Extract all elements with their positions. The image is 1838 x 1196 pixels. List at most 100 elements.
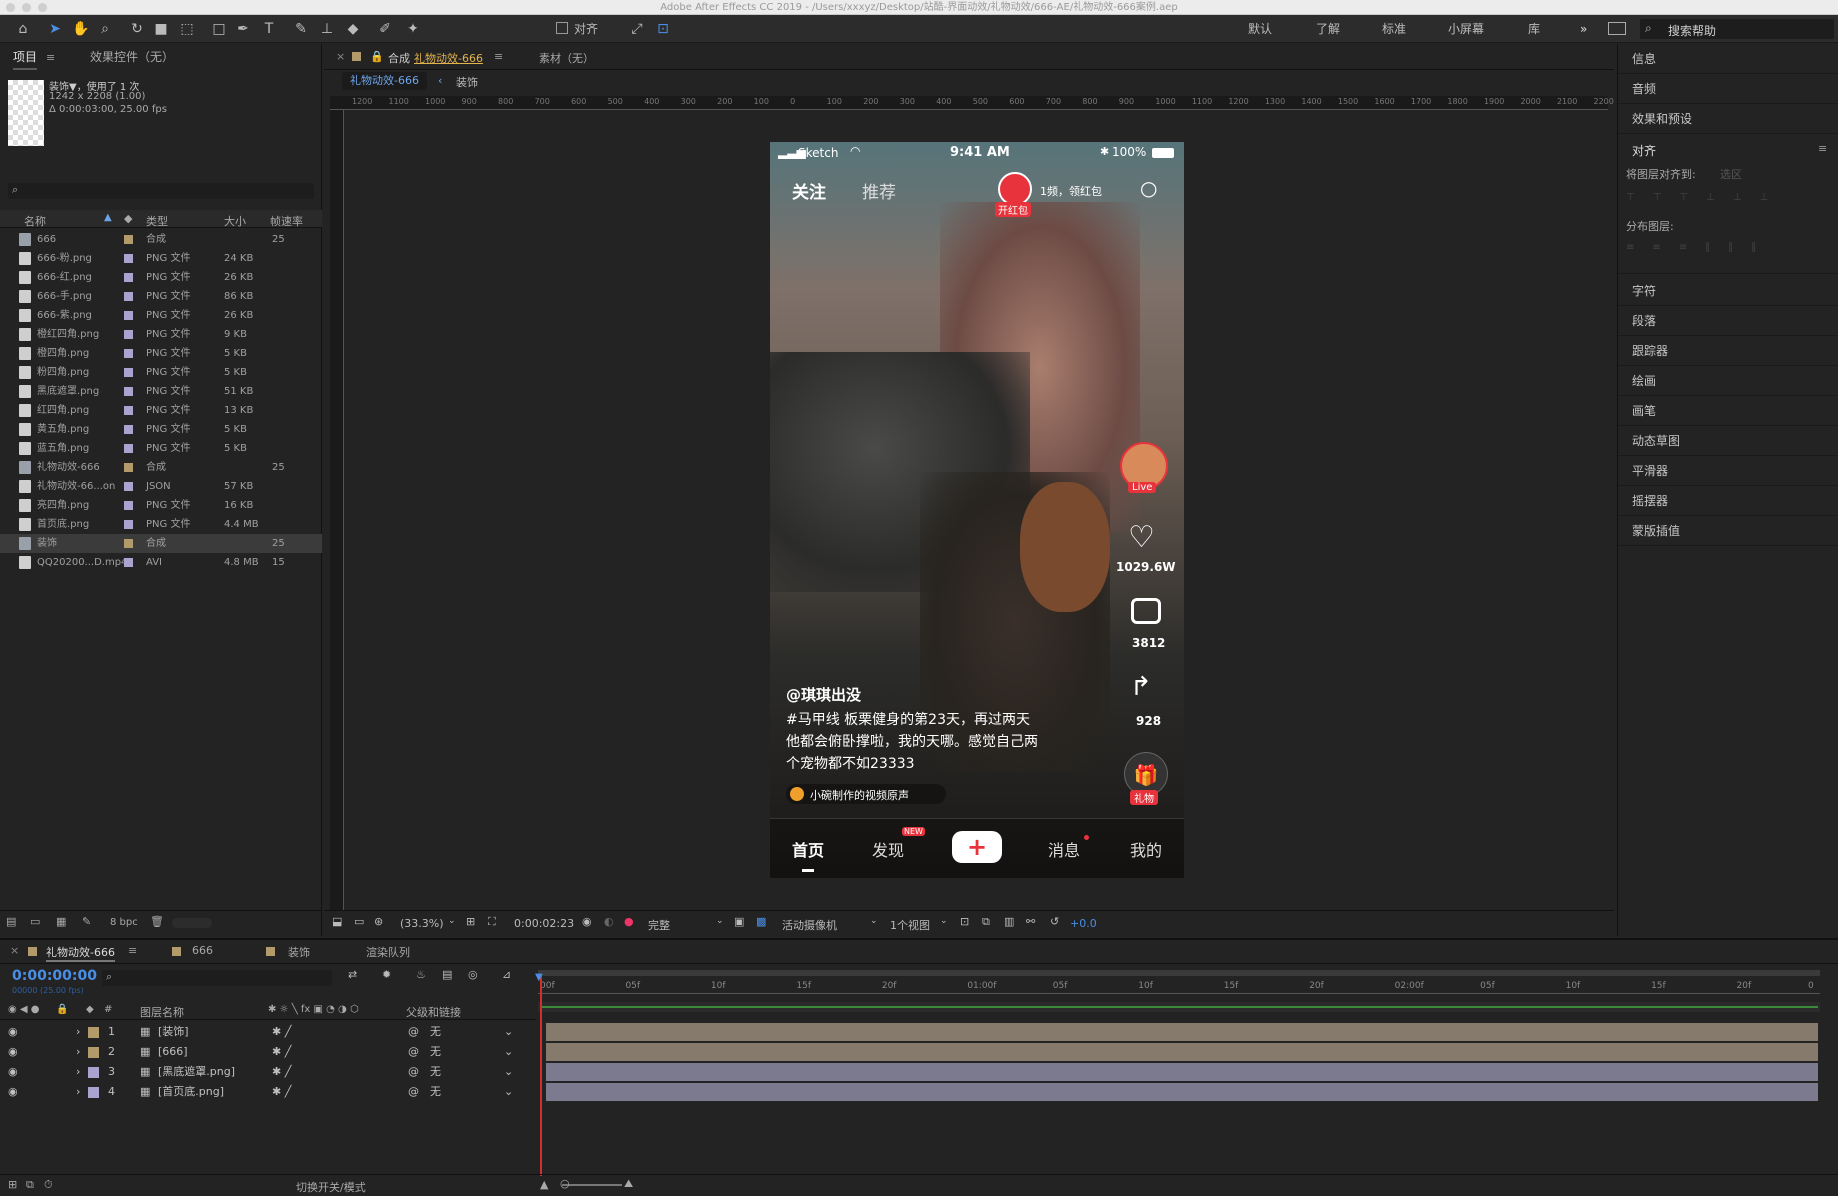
thumbnail-scroll[interactable]	[172, 918, 212, 928]
work-area-bar[interactable]	[538, 970, 1820, 976]
camera-tool-icon[interactable]: ■	[152, 20, 170, 38]
label-color-swatch[interactable]	[124, 311, 133, 320]
panel-audio[interactable]: 音频	[1618, 74, 1838, 104]
monitor-icon[interactable]: ▭	[354, 915, 364, 928]
close-tab-icon[interactable]: ×	[336, 50, 345, 63]
nav-messages[interactable]: 消息	[1048, 837, 1080, 861]
panel-menu-icon[interactable]: ≡	[128, 944, 137, 957]
create-post-button[interactable]: +	[952, 831, 1002, 863]
lock-icon[interactable]: 🔒	[56, 1004, 68, 1015]
label-color-swatch[interactable]	[124, 425, 133, 434]
layer-duration-bar[interactable]	[546, 1083, 1818, 1101]
label-color-swatch[interactable]	[124, 482, 133, 491]
lock-icon[interactable]: 🔒	[370, 50, 384, 63]
column-name[interactable]: 名称	[24, 213, 46, 229]
label-color-swatch[interactable]	[124, 558, 133, 567]
align-to-select[interactable]: 选区	[1720, 166, 1742, 182]
tab-recommend[interactable]: 推荐	[862, 178, 896, 203]
composition-mini-flowchart-icon[interactable]: ⇄	[348, 968, 357, 981]
music-pill[interactable]: 小碗制作的视频原声	[786, 784, 946, 804]
pick-whip-icon[interactable]: @	[408, 1062, 419, 1082]
layer-duration-bar[interactable]	[546, 1063, 1818, 1081]
toggle-transparency-icon[interactable]: ▩	[756, 915, 766, 928]
project-item-row[interactable]: 666-手.png PNG 文件 86 KB	[0, 287, 322, 306]
panel-menu-icon[interactable]: ≡	[494, 50, 503, 63]
layer-row[interactable]: ◉ › ▦ 3 [黑底遮罩.png] ✱ ╱ @ 无 ⌄	[0, 1062, 540, 1082]
panel-menu-icon[interactable]: ≡	[1818, 142, 1827, 155]
more-workspaces-icon[interactable]: »	[1580, 15, 1587, 43]
pen-tool-icon[interactable]: ✒	[234, 20, 252, 38]
align-checkbox[interactable]	[556, 22, 568, 34]
parent-select[interactable]: 无	[430, 1042, 441, 1062]
panel-item[interactable]: 画笔	[1618, 396, 1838, 426]
clone-stamp-tool-icon[interactable]: ⊥	[318, 20, 336, 38]
label-tag-icon[interactable]: ◆	[86, 1004, 94, 1015]
tab-composition[interactable]: 礼物动效-666	[414, 50, 483, 66]
layer-switches[interactable]: ✱ ╱	[272, 1042, 291, 1062]
tab-project[interactable]: 项目	[13, 44, 38, 70]
layer-row[interactable]: ◉ › ▦ 1 [装饰] ✱ ╱ @ 无 ⌄	[0, 1022, 540, 1042]
layer-switches[interactable]: ✱ ╱	[272, 1062, 291, 1082]
visibility-eye-icon[interactable]: ◉	[8, 1082, 18, 1102]
label-color-swatch[interactable]	[124, 387, 133, 396]
layer-row[interactable]: ◉ › ▦ 4 [首页底.png] ✱ ╱ @ 无 ⌄	[0, 1082, 540, 1102]
interpret-footage-icon[interactable]: ▤	[6, 915, 16, 928]
label-color-swatch[interactable]	[124, 539, 133, 548]
layer-name[interactable]: [666]	[158, 1042, 188, 1062]
project-item-row[interactable]: 666-紫.png PNG 文件 26 KB	[0, 306, 322, 325]
project-item-row[interactable]: 粉四角.png PNG 文件 5 KB	[0, 363, 322, 382]
shy-layers-icon[interactable]: ♨	[416, 968, 426, 981]
exposure-value[interactable]: +0.0	[1070, 917, 1097, 930]
zoom-out-icon[interactable]: ▲	[540, 1178, 548, 1191]
pick-whip-icon[interactable]: @	[408, 1042, 419, 1062]
new-composition-icon[interactable]: ▦	[56, 915, 66, 928]
project-item-row[interactable]: 666-红.png PNG 文件 26 KB	[0, 268, 322, 287]
roto-brush-tool-icon[interactable]: ✐	[376, 20, 394, 38]
nav-discover[interactable]: 发现	[872, 837, 904, 861]
snap-icon[interactable]: ⤢	[628, 20, 646, 38]
graph-editor-icon[interactable]: ⊿	[502, 968, 511, 981]
label-color-swatch[interactable]	[124, 368, 133, 377]
pick-whip-icon[interactable]: @	[408, 1022, 419, 1042]
workspace-standard[interactable]: 标准	[1382, 15, 1406, 43]
type-tool-icon[interactable]: T	[260, 20, 278, 38]
project-item-row[interactable]: 礼物动效-66...on JSON 57 KB	[0, 477, 322, 496]
label-tag-icon[interactable]: ◆	[124, 212, 132, 225]
fast-previews-icon[interactable]: ⧉	[982, 915, 990, 929]
label-color-swatch[interactable]	[124, 501, 133, 510]
bit-depth-label[interactable]: 8 bpc	[110, 917, 138, 928]
layer-switches[interactable]: ✱ ╱	[272, 1022, 291, 1042]
project-item-row[interactable]: 666-粉.png PNG 文件 24 KB	[0, 249, 322, 268]
panel-layout-icon[interactable]	[1608, 22, 1626, 35]
label-color-swatch[interactable]	[124, 273, 133, 282]
heart-icon[interactable]: ♡	[1128, 520, 1155, 555]
expand-chevron-icon[interactable]: ›	[76, 1042, 80, 1062]
project-item-row[interactable]: 首页底.png PNG 文件 4.4 MB	[0, 515, 322, 534]
layer-row[interactable]: ◉ › ▦ 2 [666] ✱ ╱ @ 无 ⌄	[0, 1042, 540, 1062]
panel-item[interactable]: 平滑器	[1618, 456, 1838, 486]
comment-icon[interactable]	[1131, 598, 1161, 624]
panel-item[interactable]: 字符	[1618, 276, 1838, 306]
panel-effects-presets[interactable]: 效果和预设	[1618, 104, 1838, 134]
workspace-learn[interactable]: 了解	[1316, 15, 1340, 43]
zoom-in-icon[interactable]: ⛰	[624, 1177, 633, 1191]
username[interactable]: @琪琪出没	[786, 684, 861, 705]
snapping-grid-icon[interactable]: ⊡	[654, 20, 672, 38]
pick-whip-icon[interactable]: @	[408, 1082, 419, 1102]
mask-visibility-icon[interactable]: ⊛	[374, 915, 383, 928]
project-item-row[interactable]: 亮四角.png PNG 文件 16 KB	[0, 496, 322, 515]
visibility-eye-icon[interactable]: ◉	[8, 1042, 18, 1062]
panel-info[interactable]: 信息	[1618, 44, 1838, 74]
composition-preview[interactable]: ▂▃▅ Sketch ◠ 9:41 AM ✱ 100% 关注 推荐 开红包 1频…	[770, 142, 1184, 878]
motion-blur-icon[interactable]: ◎	[468, 968, 478, 981]
tab-timeline-decoration[interactable]: 装饰	[288, 944, 310, 960]
layer-duration-bar[interactable]	[546, 1023, 1818, 1041]
label-color-swatch[interactable]	[88, 1027, 99, 1038]
color-channels-icon[interactable]: ●	[624, 915, 634, 928]
rotate-tool-icon[interactable]: ↻	[128, 20, 146, 38]
tab-follow[interactable]: 关注	[792, 178, 826, 203]
resolution-select[interactable]: 完整	[648, 917, 670, 933]
column-type[interactable]: 类型	[146, 213, 168, 229]
project-item-row[interactable]: 蓝五角.png PNG 文件 5 KB	[0, 439, 322, 458]
always-preview-icon[interactable]: ⬓	[332, 915, 342, 928]
